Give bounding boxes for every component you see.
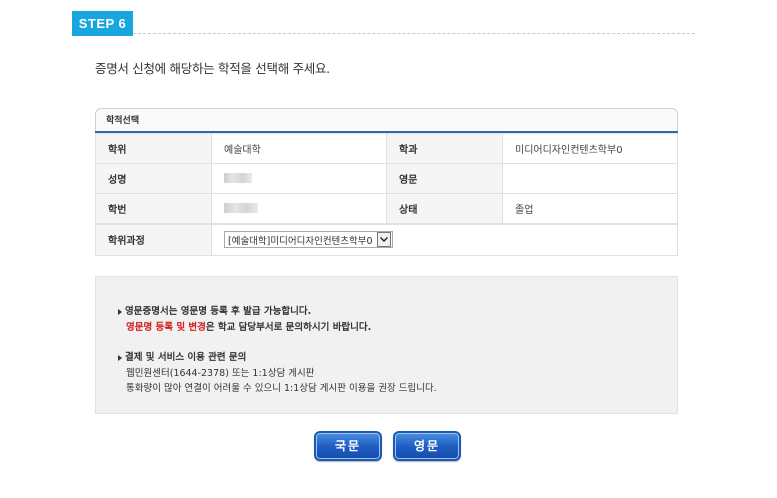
- table-row: 학번 상태 졸업: [95, 193, 678, 224]
- notice-box: 영문증명서는 영문명 등록 후 발급 가능합니다. 영문명 등록 및 변경은 학…: [95, 276, 678, 414]
- notice-highlight: 영문명 등록 및 변경: [126, 322, 206, 333]
- redacted-student-id: [224, 202, 258, 213]
- notice-line: 웹민원센터(1644-2378) 또는 1:1상담 게시판: [126, 368, 315, 379]
- english-name-value: [502, 163, 678, 194]
- academic-info-table: 학위 예술대학 학과 미디어디자인컨텐츠학부0 성명 영문 학번 상태 졸업 학…: [95, 133, 678, 256]
- degree-value: 예술대학: [211, 133, 387, 164]
- course-select-value: [예술대학]미디어디자인컨텐츠학부0: [228, 235, 373, 247]
- name-value: [211, 163, 387, 194]
- notice-text: 결제 및 서비스 이용 관련 문의: [125, 352, 247, 363]
- step-divider: [133, 33, 695, 34]
- status-value: 졸업: [502, 193, 678, 224]
- course-label: 학위과정: [95, 222, 212, 256]
- department-value: 미디어디자인컨텐츠학부0: [502, 133, 678, 164]
- step-badge: STEP 6: [72, 11, 133, 36]
- notice-line: 영문명 등록 및 변경은 학교 담당부서로 문의하시기 바랍니다.: [126, 319, 371, 333]
- redacted-name: [224, 173, 252, 183]
- table-row: 학위과정 [예술대학]미디어디자인컨텐츠학부0: [95, 222, 678, 256]
- academic-record-panel: 학적선택 학위 예술대학 학과 미디어디자인컨텐츠학부0 성명 영문 학번 상태…: [95, 108, 678, 261]
- student-id-value: [211, 193, 387, 224]
- status-label: 상태: [386, 193, 503, 224]
- instruction-text: 증명서 신청에 해당하는 학적을 선택해 주세요.: [95, 61, 330, 76]
- name-label: 성명: [95, 163, 212, 194]
- student-id-label: 학번: [95, 193, 212, 224]
- table-row: 학위 예술대학 학과 미디어디자인컨텐츠학부0: [95, 133, 678, 164]
- department-label: 학과: [386, 133, 503, 164]
- degree-label: 학위: [95, 133, 212, 164]
- korean-certificate-button[interactable]: 국문: [314, 431, 382, 461]
- chevron-down-icon[interactable]: [376, 232, 391, 248]
- notice-text: 은 학교 담당부서로 문의하시기 바랍니다.: [205, 322, 372, 333]
- notice-line: 통화량이 많아 연결이 어려울 수 있으니 1:1상담 게시판 이용을 권장 드…: [126, 383, 437, 394]
- panel-title: 학적선택: [95, 108, 678, 131]
- notice-text: 영문증명서는 영문명 등록 후 발급 가능합니다.: [125, 306, 312, 317]
- table-row: 성명 영문: [95, 163, 678, 194]
- english-certificate-button[interactable]: 영문: [393, 431, 461, 461]
- notice-line: 영문증명서는 영문명 등록 후 발급 가능합니다.: [118, 303, 311, 317]
- notice-line: 결제 및 서비스 이용 관련 문의: [118, 349, 246, 363]
- triangle-bullet-icon: [118, 354, 122, 361]
- triangle-bullet-icon: [118, 308, 122, 315]
- course-select[interactable]: [예술대학]미디어디자인컨텐츠학부0: [224, 231, 393, 249]
- course-cell: [예술대학]미디어디자인컨텐츠학부0: [211, 222, 678, 256]
- english-name-label: 영문: [386, 163, 503, 194]
